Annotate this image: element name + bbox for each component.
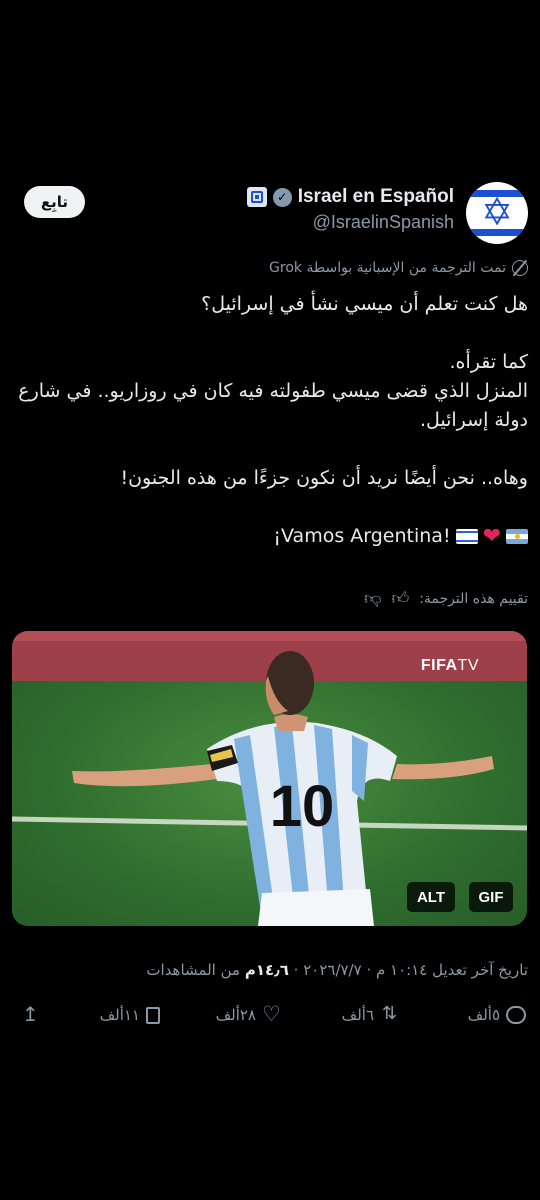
thumbs-down-icon[interactable]: 👎︎: [364, 588, 381, 609]
tweet-meta: تاريخ آخر تعديل ١٠:١٤ م · ٢٠٢٦/٧/٧ · ١٤٫…: [146, 961, 528, 979]
translation-notice: تمت الترجمة من الإسبانية بواسطة Grok: [269, 260, 528, 276]
translation-label: تمت الترجمة من الإسبانية بواسطة Grok: [269, 260, 506, 276]
alt-badge[interactable]: ALT: [407, 882, 455, 912]
display-name[interactable]: Israel en Español: [298, 186, 454, 208]
views-count: ١٤٫٦م: [244, 961, 289, 979]
post-line: كما تقرأه.: [449, 351, 528, 373]
star-of-david-icon: ✡: [481, 190, 513, 235]
retweet-button[interactable]: ٦ألف: [341, 1003, 400, 1024]
action-bar: ٥ألف ٦ألف ٢٨ألف ١١ألف: [0, 1002, 540, 1030]
timestamp[interactable]: تاريخ آخر تعديل ١٠:١٤ م · ٢٠٢٦/٧/٧ ·: [289, 961, 528, 979]
retweet-count: ٦ألف: [341, 1006, 374, 1024]
reply-button[interactable]: ٥ألف: [468, 1006, 526, 1024]
post-line: وهاه.. نحن أيضًا نريد أن نكون جزءًا من ه…: [120, 467, 528, 489]
handle[interactable]: @IsraelinSpanish: [247, 212, 454, 233]
bookmark-icon: [146, 1006, 160, 1024]
account-names[interactable]: ✓ Israel en Español @IsraelinSpanish: [246, 186, 454, 233]
avatar[interactable]: ✡: [466, 182, 528, 244]
verified-badge-icon: ✓: [272, 187, 292, 207]
post-line-vamos: ¡Vamos Argentina! ❤: [12, 522, 528, 551]
rate-label: تقييم هذه الترجمة:: [419, 590, 528, 607]
tweet-header: ✡ ✓ Israel en Español @IsraelinSpanish ت…: [0, 178, 540, 248]
bookmark-button[interactable]: ١١ألف: [100, 1006, 160, 1024]
affiliate-badge-icon: [246, 187, 267, 207]
post-line: هل كنت تعلم أن ميسي نشأ في إسرائيل؟: [201, 293, 528, 315]
share-button[interactable]: [20, 1002, 40, 1026]
heart-icon: ❤: [482, 523, 501, 549]
israel-flag-icon: [455, 529, 478, 544]
reply-count: ٥ألف: [467, 1006, 500, 1024]
gif-badge: GIF: [469, 882, 513, 912]
grok-icon: [512, 260, 528, 276]
post-text: هل كنت تعلم أن ميسي نشأ في إسرائيل؟ كما …: [12, 290, 528, 551]
media-gif[interactable]: FIFATV 10 ALT GIF: [12, 631, 527, 926]
like-count: ٢٨ألف: [215, 1006, 256, 1024]
bookmark-count: ١١ألف: [99, 1006, 140, 1024]
thumbs-up-icon[interactable]: 👍︎: [391, 588, 409, 609]
jersey-number: 10: [270, 774, 335, 839]
post-line: المنزل الذي قضى ميسي طفولته فيه كان في ر…: [18, 380, 528, 431]
heart-outline-icon: [262, 1002, 282, 1026]
rate-translation: تقييم هذه الترجمة: 👍︎ 👎︎: [364, 588, 528, 609]
retweet-icon: [380, 1003, 400, 1024]
argentina-flag-icon: [506, 529, 528, 544]
follow-button[interactable]: تابِع: [24, 186, 85, 218]
vamos-text: ¡Vamos Argentina!: [273, 525, 451, 547]
reply-icon: [506, 1006, 526, 1024]
like-button[interactable]: ٢٨ألف: [215, 1002, 282, 1026]
views-label: من المشاهدات: [146, 961, 245, 979]
share-icon: [20, 1002, 40, 1026]
